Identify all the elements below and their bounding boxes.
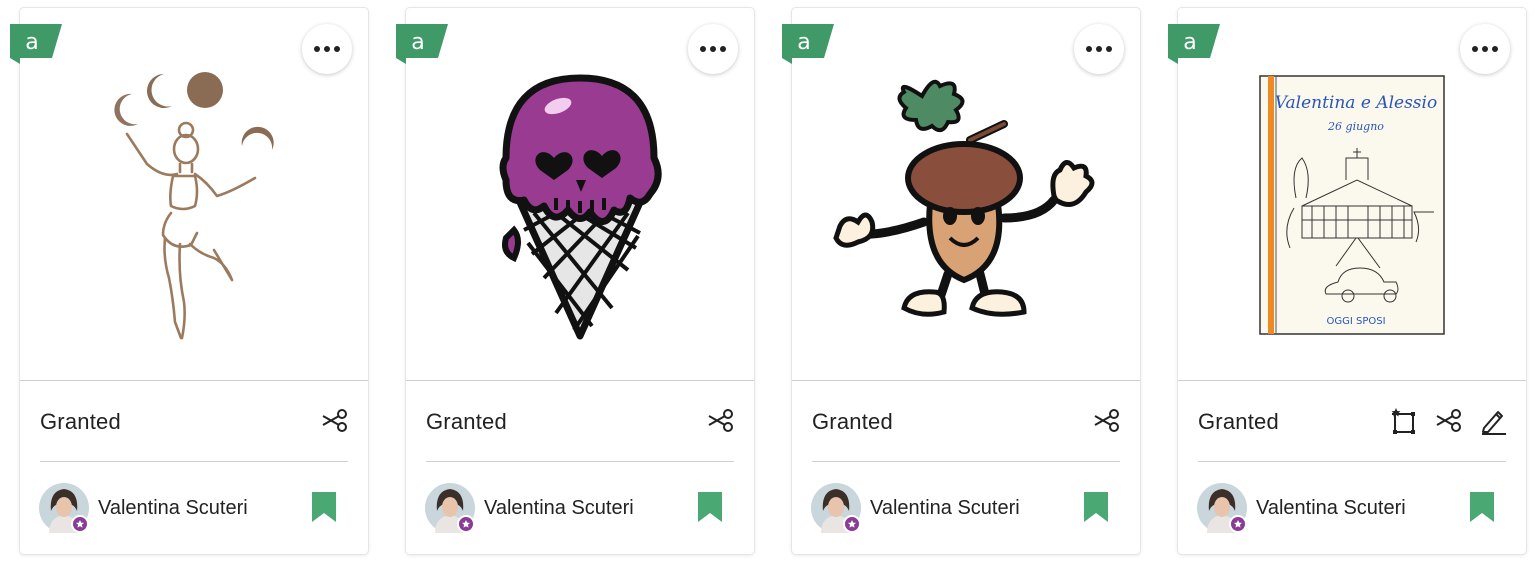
design-card[interactable]: a Granted Valentina Scuteri: [10, 8, 368, 554]
bookmark-icon[interactable]: [310, 490, 338, 524]
designer-avatar[interactable]: [811, 483, 861, 533]
designer-name[interactable]: Valentina Scuteri: [1256, 497, 1406, 520]
more-options-button[interactable]: [1074, 24, 1124, 74]
app-badge-flag: a: [10, 24, 62, 64]
more-options-button[interactable]: [302, 24, 352, 74]
designer-avatar[interactable]: [1197, 483, 1247, 533]
dot-icon: [1472, 46, 1478, 52]
svg-text:a: a: [797, 30, 810, 55]
divider: [426, 461, 734, 462]
license-status: Granted: [1198, 409, 1279, 434]
dot-icon: [334, 46, 340, 52]
design-image[interactable]: Valentina e Alessio 26 giugno OGGI SPOSI…: [1168, 8, 1526, 380]
dot-icon: [710, 46, 716, 52]
dot-icon: [1086, 46, 1092, 52]
operation-icons: [1390, 406, 1508, 436]
designer-avatar[interactable]: [39, 483, 89, 533]
cut-icon: [1436, 409, 1461, 432]
divider: [812, 461, 1120, 462]
more-options-button[interactable]: [688, 24, 738, 74]
dot-icon: [720, 46, 726, 52]
design-image[interactable]: a: [396, 8, 754, 380]
divider: [1198, 461, 1506, 462]
cut-icon: [708, 409, 733, 432]
svg-text:a: a: [411, 30, 424, 55]
dot-icon: [324, 46, 330, 52]
dot-icon: [1482, 46, 1488, 52]
designer-name[interactable]: Valentina Scuteri: [484, 497, 634, 520]
bookmark-icon[interactable]: [1082, 490, 1110, 524]
app-badge-flag: a: [782, 24, 834, 64]
book-title: Valentina e Alessio: [1275, 93, 1437, 113]
design-image[interactable]: a: [10, 8, 368, 380]
bookmark-icon[interactable]: [696, 490, 724, 524]
draw-icon: [1482, 411, 1506, 435]
divider: [40, 461, 348, 462]
operation-icons: [320, 406, 350, 436]
license-status: Granted: [426, 409, 507, 434]
designer-name[interactable]: Valentina Scuteri: [870, 497, 1020, 520]
dot-icon: [1096, 46, 1102, 52]
design-card[interactable]: a Granted Valentina Scuteri: [396, 8, 754, 554]
dot-icon: [1492, 46, 1498, 52]
design-card[interactable]: a Granted Valentina Scuteri: [782, 8, 1140, 554]
operation-icons: [706, 406, 736, 436]
license-status: Granted: [812, 409, 893, 434]
dot-icon: [1106, 46, 1112, 52]
book-subtitle: 26 giugno: [1327, 120, 1384, 133]
bookmark-icon[interactable]: [1468, 490, 1496, 524]
license-status: Granted: [40, 409, 121, 434]
dot-icon: [700, 46, 706, 52]
design-image[interactable]: a: [782, 8, 1140, 380]
divider: [1178, 380, 1526, 381]
more-options-button[interactable]: [1460, 24, 1510, 74]
designer-avatar[interactable]: [425, 483, 475, 533]
svg-text:a: a: [25, 30, 38, 55]
dot-icon: [314, 46, 320, 52]
designer-name[interactable]: Valentina Scuteri: [98, 497, 248, 520]
cut-icon: [322, 409, 347, 432]
divider: [406, 380, 754, 381]
divider: [20, 380, 368, 381]
cut-icon: [1094, 409, 1119, 432]
book-footer: OGGI SPOSI: [1326, 316, 1385, 327]
design-card[interactable]: Valentina e Alessio 26 giugno OGGI SPOSI…: [1168, 8, 1526, 554]
app-badge-flag: a: [1168, 24, 1220, 64]
operation-icons: [1092, 406, 1122, 436]
divider: [792, 380, 1140, 381]
print-then-cut-icon: [1391, 408, 1415, 434]
app-badge-flag: a: [396, 24, 448, 64]
svg-text:a: a: [1183, 30, 1196, 55]
